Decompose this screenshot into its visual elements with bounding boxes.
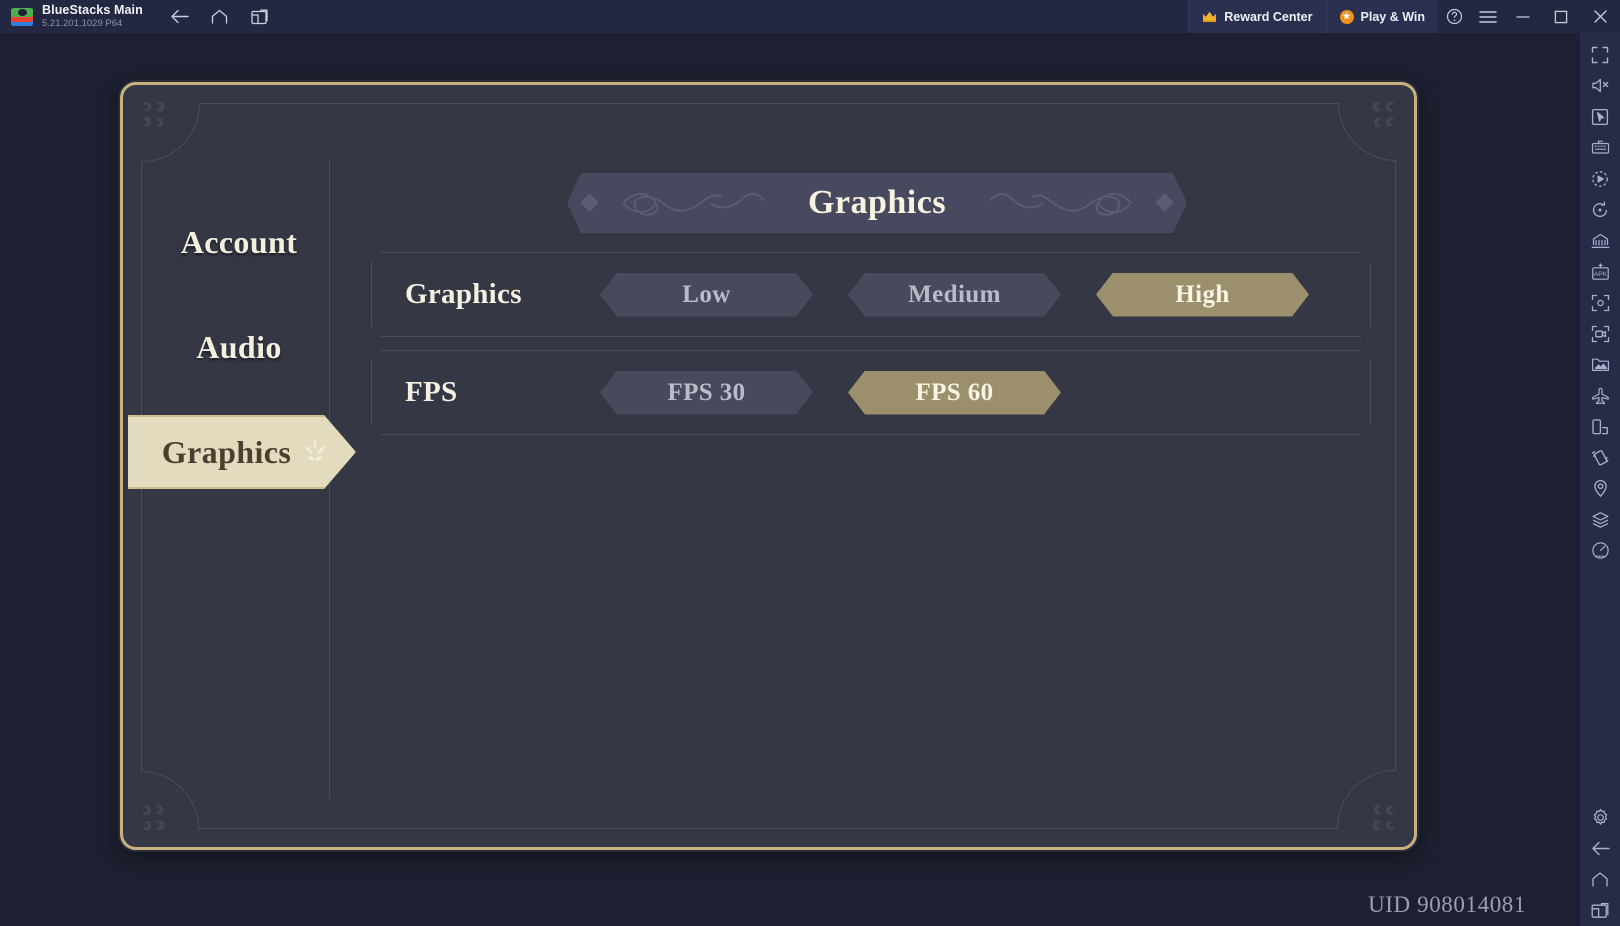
android-recents-icon[interactable]: [1580, 895, 1620, 926]
mute-icon[interactable]: [1580, 70, 1620, 101]
banner-diamond-icon: [1155, 193, 1173, 211]
multi-instance-icon[interactable]: [247, 5, 273, 29]
help-icon[interactable]: [1438, 0, 1471, 33]
close-icon[interactable]: [1580, 0, 1620, 33]
corner-ornament-icon: [1372, 804, 1395, 831]
back-icon[interactable]: [167, 5, 193, 29]
setting-row-fps: FPS FPS 30 FPS 60: [371, 350, 1371, 435]
bluestacks-toolbar: APK: [1580, 33, 1620, 926]
maximize-icon[interactable]: [1542, 0, 1580, 33]
fleur-de-lis-icon: [305, 438, 325, 461]
reward-center-button[interactable]: Reward Center: [1188, 0, 1326, 33]
window-title-block: BlueStacks Main 5.21.201.1029 P64: [42, 4, 143, 28]
performance-icon[interactable]: [1580, 535, 1620, 566]
option-low[interactable]: Low: [600, 273, 813, 317]
settings-rows: Graphics Low Medium High FPS FPS 30 FPS …: [371, 252, 1371, 448]
play-and-win-button[interactable]: ★ Play & Win: [1325, 0, 1438, 33]
device-resize-icon[interactable]: [1580, 411, 1620, 442]
titlebar: BlueStacks Main 5.21.201.1029 P64 Reward…: [0, 0, 1620, 33]
eco-mode-icon[interactable]: [1580, 504, 1620, 535]
install-apk-icon[interactable]: APK: [1580, 256, 1620, 287]
app-version: 5.21.201.1029 P64: [42, 17, 123, 29]
settings-gear-icon[interactable]: [1580, 802, 1620, 833]
play-and-win-label: Play & Win: [1360, 9, 1425, 24]
setting-label: FPS: [405, 376, 458, 408]
setting-row-graphics: Graphics Low Medium High: [371, 252, 1371, 337]
sidebar-item-audio[interactable]: Audio: [123, 310, 355, 384]
banner-flourish-icon: [615, 185, 805, 221]
corner-ornament-icon: [142, 804, 165, 831]
page-title: Graphics: [792, 184, 962, 222]
sidebar-item-label: Account: [180, 223, 298, 260]
titlebar-nav-group: [167, 5, 273, 29]
shake-icon[interactable]: [1580, 442, 1620, 473]
cursor-icon[interactable]: [1580, 101, 1620, 132]
app-name: BlueStacks Main: [42, 3, 143, 18]
corner-ornament-icon: [1372, 101, 1395, 128]
banner-diamond-icon: [580, 193, 598, 211]
svg-text:APK: APK: [1593, 271, 1607, 278]
settings-sidebar: Account Audio Graphics: [123, 205, 356, 520]
home-icon[interactable]: [207, 5, 233, 29]
sidebar-item-label: Audio: [196, 328, 282, 365]
keyboard-icon[interactable]: [1580, 132, 1620, 163]
minimize-icon[interactable]: [1504, 0, 1542, 33]
play-win-badge-icon: ★: [1339, 9, 1354, 24]
hamburger-menu-icon[interactable]: [1471, 0, 1504, 33]
option-fps-30[interactable]: FPS 30: [600, 371, 813, 415]
media-manager-icon[interactable]: [1580, 349, 1620, 380]
multi-instance-sync-icon[interactable]: [1580, 225, 1620, 256]
sidebar-item-label: Graphics: [161, 433, 292, 470]
game-viewport: Graphics Account Audio Graphics Graphics: [0, 33, 1580, 926]
option-medium[interactable]: Medium: [848, 273, 1061, 317]
uid-label: UID 908014081: [1368, 892, 1526, 917]
sidebar-item-graphics[interactable]: Graphics: [128, 415, 356, 489]
option-fps-60[interactable]: FPS 60: [848, 371, 1061, 415]
record-video-icon[interactable]: [1580, 318, 1620, 349]
banner-flourish-icon: [949, 185, 1139, 221]
bluestacks-logo-icon: [11, 6, 33, 28]
android-back-icon[interactable]: [1580, 833, 1620, 864]
titlebar-right-group: Reward Center ★ Play & Win: [1188, 0, 1620, 33]
reward-center-label: Reward Center: [1224, 9, 1313, 24]
macro-icon[interactable]: [1580, 163, 1620, 194]
crown-icon: [1203, 11, 1217, 22]
corner-ornament-icon: [142, 101, 165, 128]
rotate-icon[interactable]: [1580, 194, 1620, 225]
airplane-icon[interactable]: [1580, 380, 1620, 411]
option-group-graphics: Low Medium High: [600, 273, 1309, 317]
sidebar-item-account[interactable]: Account: [123, 205, 355, 279]
option-group-fps: FPS 30 FPS 60: [600, 371, 1061, 415]
settings-panel: Graphics Account Audio Graphics Graphics: [120, 82, 1417, 850]
screenshot-icon[interactable]: [1580, 287, 1620, 318]
setting-label: Graphics: [405, 278, 522, 310]
android-home-icon[interactable]: [1580, 864, 1620, 895]
option-high[interactable]: High: [1096, 273, 1309, 317]
panel-header-banner: Graphics: [567, 173, 1187, 233]
location-icon[interactable]: [1580, 473, 1620, 504]
fullscreen-icon[interactable]: [1580, 39, 1620, 70]
